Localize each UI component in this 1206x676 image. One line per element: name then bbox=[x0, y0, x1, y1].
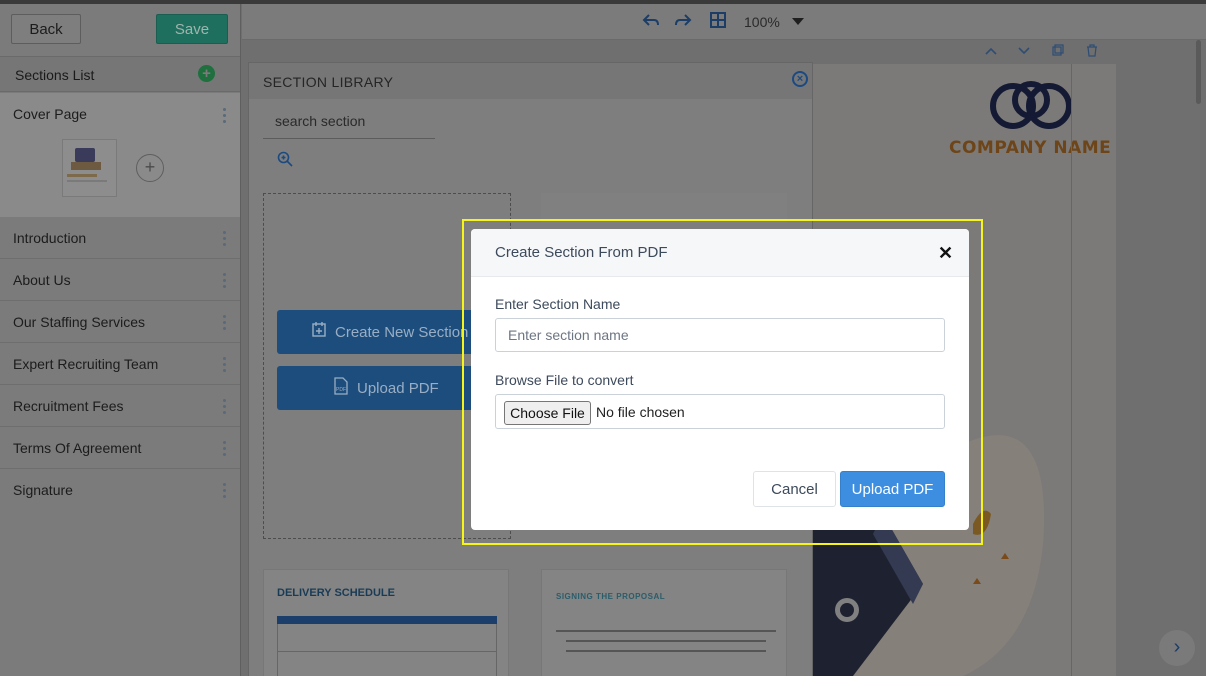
browse-file-label: Browse File to convert bbox=[495, 372, 634, 388]
cancel-button[interactable]: Cancel bbox=[753, 471, 836, 507]
editor-toolbar: 100% bbox=[242, 4, 1206, 40]
section-name-label: Enter Section Name bbox=[495, 296, 621, 312]
sidebar-item-our-staffing-services[interactable]: Our Staffing Services bbox=[0, 301, 240, 343]
sidebar-item-label: Introduction bbox=[13, 230, 87, 246]
company-name-text: COMPANY NAME bbox=[949, 138, 1112, 158]
close-icon[interactable]: ✕ bbox=[938, 243, 953, 264]
sidebar: Back Save Sections List + Cover Page + I… bbox=[0, 4, 241, 676]
zoom-dropdown-icon[interactable] bbox=[792, 18, 804, 25]
sidebar-item-label: Recruitment Fees bbox=[13, 398, 124, 414]
add-page-icon[interactable]: + bbox=[136, 154, 164, 182]
move-down-icon[interactable] bbox=[1017, 44, 1031, 59]
sidebar-item-label: Terms Of Agreement bbox=[13, 440, 142, 456]
kebab-menu-icon[interactable] bbox=[223, 357, 227, 373]
template-table-preview bbox=[277, 616, 497, 676]
pdf-file-icon: PDF bbox=[333, 377, 349, 399]
new-section-icon bbox=[311, 322, 327, 342]
sidebar-item-terms-of-agreement[interactable]: Terms Of Agreement bbox=[0, 427, 240, 469]
sidebar-item-about-us[interactable]: About Us bbox=[0, 259, 240, 301]
sidebar-item-label: About Us bbox=[13, 272, 71, 288]
save-button[interactable]: Save bbox=[156, 14, 228, 44]
upload-pdf-button[interactable]: Upload PDF bbox=[840, 471, 945, 507]
template-title: DELIVERY SCHEDULE bbox=[277, 587, 395, 599]
cover-page-thumbnail[interactable] bbox=[62, 139, 117, 197]
undo-icon[interactable] bbox=[642, 12, 660, 33]
kebab-menu-icon[interactable] bbox=[223, 108, 227, 124]
create-new-section-label: Create New Section bbox=[335, 323, 469, 341]
section-name-input[interactable] bbox=[495, 318, 945, 352]
next-page-icon[interactable]: › bbox=[1159, 630, 1195, 666]
search-zoom-icon[interactable] bbox=[277, 151, 293, 171]
sidebar-item-introduction[interactable]: Introduction bbox=[0, 217, 240, 259]
file-input[interactable]: Choose File No file chosen bbox=[495, 394, 945, 429]
sidebar-item-cover-page[interactable]: Cover Page + bbox=[0, 93, 240, 217]
kebab-menu-icon[interactable] bbox=[223, 315, 227, 331]
vertical-scrollbar[interactable] bbox=[1196, 40, 1201, 104]
sidebar-item-label: Expert Recruiting Team bbox=[13, 356, 159, 372]
kebab-menu-icon[interactable] bbox=[223, 483, 227, 499]
zoom-level[interactable]: 100% bbox=[744, 14, 780, 30]
duplicate-icon[interactable] bbox=[1052, 44, 1064, 59]
grid-icon[interactable] bbox=[710, 12, 726, 33]
sections-list-title: Sections List bbox=[15, 67, 95, 83]
section-library-header: SECTION LIBRARY × bbox=[249, 63, 812, 99]
sections-list-header: Sections List + bbox=[0, 56, 240, 92]
sidebar-item-signature[interactable]: Signature bbox=[0, 469, 240, 511]
close-library-icon[interactable]: × bbox=[792, 71, 808, 87]
upload-pdf-label: Upload PDF bbox=[357, 379, 439, 397]
template-title: SIGNING THE PROPOSAL bbox=[556, 592, 666, 601]
library-template-card[interactable]: SIGNING THE PROPOSAL bbox=[541, 569, 787, 676]
redo-icon[interactable] bbox=[674, 12, 692, 33]
create-section-from-pdf-dialog: Create Section From PDF ✕ Enter Section … bbox=[471, 229, 969, 530]
file-status-text: No file chosen bbox=[596, 404, 685, 420]
sidebar-item-recruitment-fees[interactable]: Recruitment Fees bbox=[0, 385, 240, 427]
dialog-header: Create Section From PDF ✕ bbox=[471, 229, 969, 277]
sidebar-item-label: Our Staffing Services bbox=[13, 314, 146, 330]
kebab-menu-icon[interactable] bbox=[223, 273, 227, 289]
choose-file-button[interactable]: Choose File bbox=[504, 401, 591, 425]
kebab-menu-icon[interactable] bbox=[223, 441, 227, 457]
search-section-input[interactable]: search section bbox=[263, 107, 435, 139]
sidebar-item-expert-recruiting-team[interactable]: Expert Recruiting Team bbox=[0, 343, 240, 385]
library-template-card[interactable]: DELIVERY SCHEDULE bbox=[263, 569, 509, 676]
sidebar-item-label: Signature bbox=[13, 482, 73, 498]
dialog-title: Create Section From PDF bbox=[495, 244, 668, 261]
move-up-icon[interactable] bbox=[984, 44, 998, 59]
kebab-menu-icon[interactable] bbox=[223, 231, 227, 247]
company-logo-icon bbox=[987, 80, 1075, 137]
sidebar-item-label: Cover Page bbox=[13, 106, 87, 122]
section-library-title: SECTION LIBRARY bbox=[263, 74, 394, 90]
back-button[interactable]: Back bbox=[11, 14, 81, 44]
trash-icon[interactable] bbox=[1086, 44, 1098, 60]
add-section-icon[interactable]: + bbox=[198, 65, 215, 82]
svg-text:PDF: PDF bbox=[336, 387, 346, 393]
kebab-menu-icon[interactable] bbox=[223, 399, 227, 415]
